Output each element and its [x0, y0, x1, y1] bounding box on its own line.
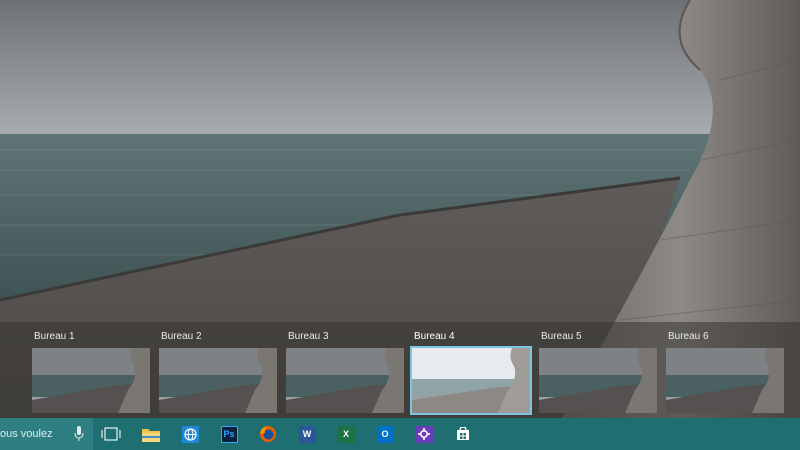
word-button[interactable]: W	[297, 424, 317, 444]
gear-icon	[415, 425, 433, 443]
folder-icon	[142, 427, 160, 442]
desktop-thumbnail[interactable]	[32, 348, 150, 413]
desktop-5[interactable]: Bureau 5	[539, 322, 659, 420]
store-icon	[456, 427, 470, 441]
search-input[interactable]: ous voulez	[0, 418, 93, 450]
desktop-label: Bureau 4	[414, 331, 455, 342]
globe-icon	[181, 425, 199, 443]
firefox-button[interactable]	[258, 424, 278, 444]
taskbar: ous voulez Ps W X O	[0, 418, 800, 450]
task-view-icon	[101, 427, 121, 441]
desktop-thumbnail[interactable]	[539, 348, 657, 413]
outlook-icon: O	[376, 425, 394, 443]
word-icon: W	[298, 425, 316, 443]
outlook-button[interactable]: O	[375, 424, 395, 444]
photoshop-button[interactable]: Ps	[219, 424, 239, 444]
excel-button[interactable]: X	[336, 424, 356, 444]
desktop-label: Bureau 2	[161, 331, 202, 342]
photoshop-glyph: Ps	[223, 428, 235, 439]
excel-glyph: X	[342, 428, 349, 439]
desktop-thumbnail[interactable]	[159, 348, 277, 413]
desktop-thumbnail[interactable]	[410, 346, 532, 415]
photoshop-icon: Ps	[220, 425, 238, 443]
desktop-4[interactable]: Bureau 4	[410, 322, 532, 420]
word-glyph: W	[302, 428, 312, 439]
excel-icon: X	[337, 425, 355, 443]
desktop-1[interactable]: Bureau 1	[32, 322, 152, 420]
settings-button[interactable]	[414, 424, 434, 444]
desktop-label: Bureau 6	[668, 331, 709, 342]
desktop-thumbnail[interactable]	[666, 348, 784, 413]
microphone-icon[interactable]	[74, 426, 84, 447]
desktop-3[interactable]: Bureau 3	[286, 322, 406, 420]
desktop-label: Bureau 5	[541, 331, 582, 342]
virtual-desktops-bar: Bureau 1 Bureau 2 Bureau 3 Bureau 4 Bure…	[0, 322, 800, 420]
search-placeholder: ous voulez	[0, 428, 53, 440]
task-view-button[interactable]	[101, 424, 121, 444]
store-button[interactable]	[453, 424, 473, 444]
outlook-glyph: O	[381, 428, 389, 439]
desktop-2[interactable]: Bureau 2	[159, 322, 279, 420]
desktop-label: Bureau 3	[288, 331, 329, 342]
desktop-label: Bureau 1	[34, 331, 75, 342]
desktop-thumbnail[interactable]	[286, 348, 404, 413]
firefox-icon	[259, 425, 277, 443]
internet-explorer-button[interactable]	[180, 424, 200, 444]
file-explorer-button[interactable]	[141, 424, 161, 444]
desktop-6[interactable]: Bureau 6	[666, 322, 786, 420]
